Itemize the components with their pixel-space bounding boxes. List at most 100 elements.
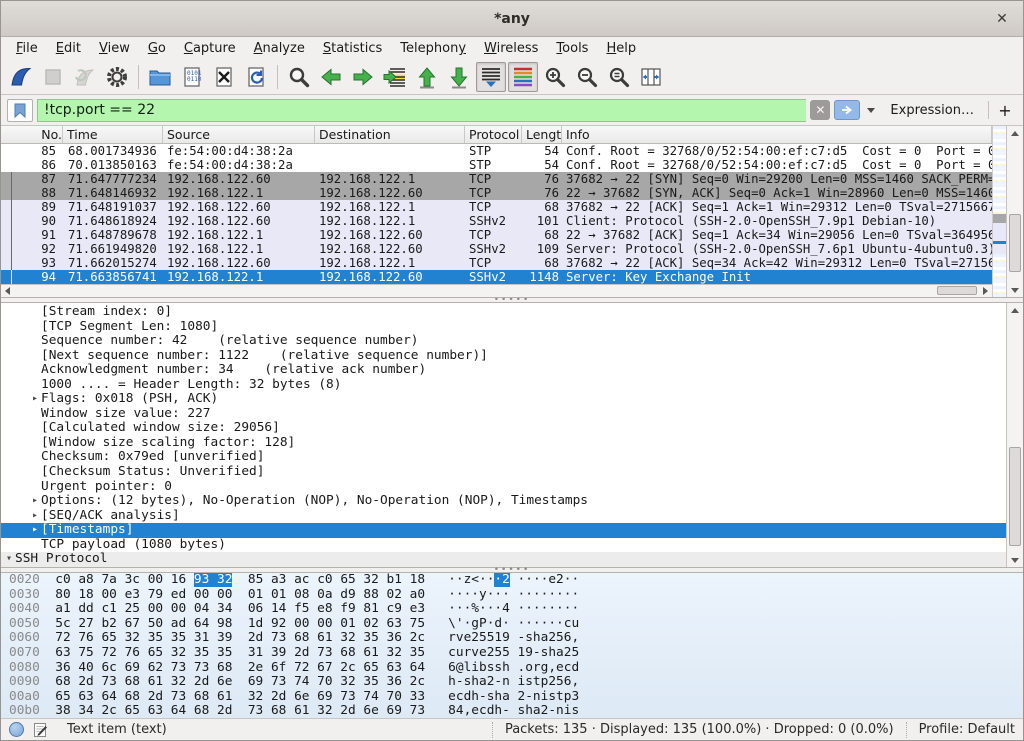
status-profile[interactable]: Profile: Default: [919, 722, 1015, 737]
menu-wireless[interactable]: Wireless: [475, 38, 547, 59]
expert-info-icon[interactable]: [9, 722, 24, 737]
menu-go[interactable]: Go: [139, 38, 175, 59]
detail-line[interactable]: ▸Options: (12 bytes), No-Operation (NOP)…: [1, 494, 1006, 509]
close-file-button[interactable]: [209, 62, 239, 92]
detail-line[interactable]: [Window size scaling factor: 128]: [1, 436, 1006, 451]
hex-row[interactable]: 0090 68 2d 73 68 61 32 2d 6e 69 73 74 70…: [1, 675, 1023, 690]
menu-analyze[interactable]: Analyze: [245, 38, 314, 59]
scroll-left-arrow[interactable]: [1, 285, 14, 297]
expander-closed-icon[interactable]: ▸: [29, 494, 41, 509]
hex-row[interactable]: 00a0 65 63 64 68 2d 73 68 61 32 2d 6e 69…: [1, 690, 1023, 705]
hex-row[interactable]: 0070 63 75 72 76 65 32 35 35 31 39 2d 73…: [1, 646, 1023, 661]
scroll-down-arrow[interactable]: [1007, 553, 1023, 567]
detail-line[interactable]: [TCP Segment Len: 1080]: [1, 320, 1006, 335]
packet-row[interactable]: 9471.663856741192.168.122.1192.168.122.6…: [1, 270, 992, 284]
go-last-button[interactable]: [444, 62, 474, 92]
detail-line[interactable]: Urgent pointer: 0: [1, 480, 1006, 495]
packet-row[interactable]: 9371.662015274192.168.122.60192.168.122.…: [1, 256, 992, 270]
scroll-right-arrow[interactable]: [979, 285, 992, 297]
resize-columns-button[interactable]: [636, 62, 666, 92]
packet-row[interactable]: 9071.648618924192.168.122.60192.168.122.…: [1, 214, 992, 228]
start-capture-button[interactable]: [6, 62, 36, 92]
packet-row[interactable]: 8971.648191037192.168.122.60192.168.122.…: [1, 200, 992, 214]
go-to-packet-button[interactable]: [380, 62, 410, 92]
menu-capture[interactable]: Capture: [175, 38, 245, 59]
detail-line[interactable]: Acknowledgment number: 34 (relative ack …: [1, 363, 1006, 378]
stop-capture-button[interactable]: [38, 62, 68, 92]
packet-row[interactable]: 8871.648146932192.168.122.1192.168.122.6…: [1, 186, 992, 200]
zoom-in-button[interactable]: [540, 62, 570, 92]
auto-scroll-button[interactable]: [476, 62, 506, 92]
expander-closed-icon[interactable]: ▸: [29, 509, 41, 524]
colorize-button[interactable]: [508, 62, 538, 92]
close-window-button[interactable]: ✕: [991, 9, 1013, 29]
detail-line[interactable]: Checksum: 0x79ed [unverified]: [1, 450, 1006, 465]
capture-comment-icon[interactable]: [33, 722, 48, 738]
menu-tools[interactable]: Tools: [547, 38, 597, 59]
vscroll-track[interactable]: [1007, 140, 1023, 283]
menu-telephony[interactable]: Telephony: [391, 38, 475, 59]
hscroll-track[interactable]: [14, 285, 979, 297]
detail-line[interactable]: Window size value: 227: [1, 407, 1006, 422]
detail-line[interactable]: ▸[Timestamps]: [1, 523, 1006, 538]
detail-line[interactable]: [Checksum Status: Unverified]: [1, 465, 1006, 480]
column-header-length[interactable]: Length: [522, 126, 562, 143]
filter-bookmark-button[interactable]: [7, 99, 33, 122]
packet-row[interactable]: 8568.001734936fe:54:00:d4:38:2aSTP54Conf…: [1, 144, 992, 158]
packet-row[interactable]: 9171.648789678192.168.122.1192.168.122.6…: [1, 228, 992, 242]
display-filter-input[interactable]: !tcp.port == 22: [37, 99, 806, 122]
go-first-button[interactable]: [412, 62, 442, 92]
packet-row[interactable]: 8771.647777234192.168.122.60192.168.122.…: [1, 172, 992, 186]
expander-open-icon[interactable]: ▾: [3, 552, 15, 567]
open-file-button[interactable]: [145, 62, 175, 92]
detail-line[interactable]: 1000 .... = Header Length: 32 bytes (8): [1, 378, 1006, 393]
detail-line[interactable]: ▸[SEQ/ACK analysis]: [1, 509, 1006, 524]
detail-line[interactable]: TCP payload (1080 bytes): [1, 538, 1006, 553]
column-header-source[interactable]: Source: [163, 126, 315, 143]
hex-row[interactable]: 0020 c0 a8 7a 3c 00 16 93 32 85 a3 ac c0…: [1, 573, 1023, 588]
vscroll-track[interactable]: [1007, 317, 1023, 553]
hex-row[interactable]: 0030 80 18 00 e3 79 ed 00 00 01 01 08 0a…: [1, 588, 1023, 603]
menu-help[interactable]: Help: [597, 38, 645, 59]
expression-button[interactable]: Expression…: [882, 103, 984, 118]
column-header-protocol[interactable]: Protocol: [465, 126, 522, 143]
packet-row[interactable]: 9271.661949820192.168.122.1192.168.122.6…: [1, 242, 992, 256]
column-header-info[interactable]: Info: [562, 126, 992, 143]
capture-options-button[interactable]: [102, 62, 132, 92]
filter-apply-button[interactable]: [834, 100, 860, 120]
hscroll-thumb[interactable]: [937, 286, 977, 295]
packet-row[interactable]: 8670.013850163fe:54:00:d4:38:2aSTP54Conf…: [1, 158, 992, 172]
save-file-button[interactable]: 01010110: [177, 62, 207, 92]
vscroll-thumb[interactable]: [1009, 214, 1021, 271]
hex-row[interactable]: 0040 a1 dd c1 25 00 00 04 34 06 14 f5 e8…: [1, 602, 1023, 617]
column-header-destination[interactable]: Destination: [315, 126, 465, 143]
hex-row[interactable]: 00b0 38 34 2c 65 63 64 68 2d 73 68 61 32…: [1, 704, 1023, 718]
scroll-down-arrow[interactable]: [1007, 283, 1023, 297]
details-vertical-scrollbar[interactable]: [1006, 303, 1023, 567]
zoom-original-button[interactable]: [604, 62, 634, 92]
column-header-time[interactable]: Time: [63, 126, 163, 143]
filter-dropdown-button[interactable]: [864, 100, 878, 120]
go-forward-button[interactable]: [348, 62, 378, 92]
expander-closed-icon[interactable]: ▸: [29, 392, 41, 407]
menu-file[interactable]: File: [7, 38, 47, 59]
detail-line[interactable]: ▸Flags: 0x018 (PSH, ACK): [1, 392, 1006, 407]
detail-line[interactable]: [Stream index: 0]: [1, 305, 1006, 320]
scroll-up-arrow[interactable]: [1007, 126, 1023, 140]
packet-list-vertical-scrollbar[interactable]: [1006, 126, 1023, 297]
vscroll-thumb[interactable]: [1009, 447, 1021, 546]
filter-clear-button[interactable]: ✕: [810, 100, 830, 120]
scroll-up-arrow[interactable]: [1007, 303, 1023, 317]
detail-line[interactable]: [Calculated window size: 29056]: [1, 421, 1006, 436]
hex-row[interactable]: 0050 5c 27 b2 67 50 ad 64 98 1d 92 00 00…: [1, 617, 1023, 632]
menu-statistics[interactable]: Statistics: [314, 38, 391, 59]
hex-row[interactable]: 0060 72 76 65 32 35 35 31 39 2d 73 68 61…: [1, 631, 1023, 646]
add-filter-button[interactable]: +: [993, 101, 1017, 120]
intelligent-scrollbar-minimap[interactable]: [992, 126, 1006, 297]
detail-line[interactable]: Sequence number: 42 (relative sequence n…: [1, 334, 1006, 349]
reload-file-button[interactable]: [241, 62, 271, 92]
go-back-button[interactable]: [316, 62, 346, 92]
expander-closed-icon[interactable]: ▸: [29, 523, 41, 538]
horizontal-scrollbar[interactable]: [1, 284, 992, 297]
menu-view[interactable]: View: [90, 38, 139, 59]
